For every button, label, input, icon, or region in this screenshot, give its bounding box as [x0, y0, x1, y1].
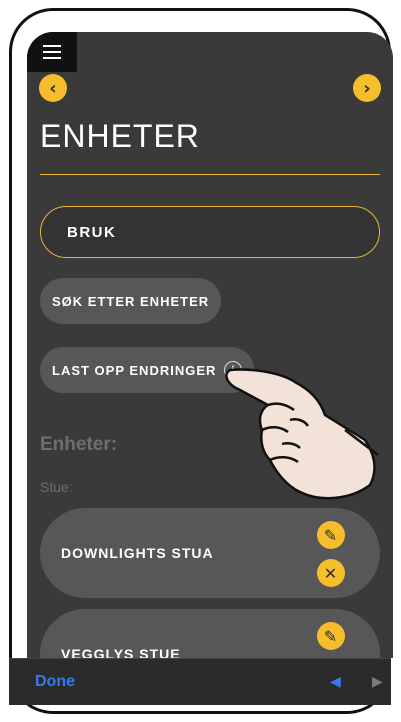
- pencil-icon[interactable]: ✎: [317, 521, 345, 549]
- section-heading: Enheter:: [40, 434, 118, 455]
- pencil-icon[interactable]: ✎: [317, 622, 345, 650]
- device-card[interactable]: VEGGLYS STUE ✎: [40, 609, 380, 658]
- next-field-icon[interactable]: ▶: [372, 674, 383, 690]
- title-divider: [40, 174, 380, 175]
- upload-changes-label: LAST OPP ENDRINGER: [52, 362, 217, 378]
- device-card[interactable]: DOWNLIGHTS STUA ✎ ✕: [40, 508, 380, 598]
- close-icon[interactable]: ✕: [317, 559, 345, 587]
- done-button[interactable]: Done: [35, 673, 75, 691]
- page-title: ENHETER: [40, 118, 200, 154]
- mode-field-value: BRUK: [67, 223, 117, 241]
- device-label: VEGGLYS STUE: [61, 646, 181, 658]
- room-label: Stue:: [40, 479, 73, 495]
- menu-icon[interactable]: [27, 32, 77, 72]
- search-devices-button[interactable]: SØK ETTER ENHETER: [40, 278, 222, 324]
- pointing-hand: [225, 368, 379, 500]
- back-arrow-icon[interactable]: ‹: [39, 74, 67, 102]
- device-label: DOWNLIGHTS STUA: [61, 545, 214, 561]
- search-devices-label: SØK ETTER ENHETER: [52, 293, 210, 309]
- mode-field[interactable]: BRUK: [40, 206, 380, 258]
- app-screen: ‹ › ENHETER BRUK SØK ETTER ENHETER LAST …: [27, 32, 393, 658]
- forward-arrow-icon[interactable]: ›: [353, 74, 381, 102]
- previous-field-icon[interactable]: ◀: [330, 674, 341, 690]
